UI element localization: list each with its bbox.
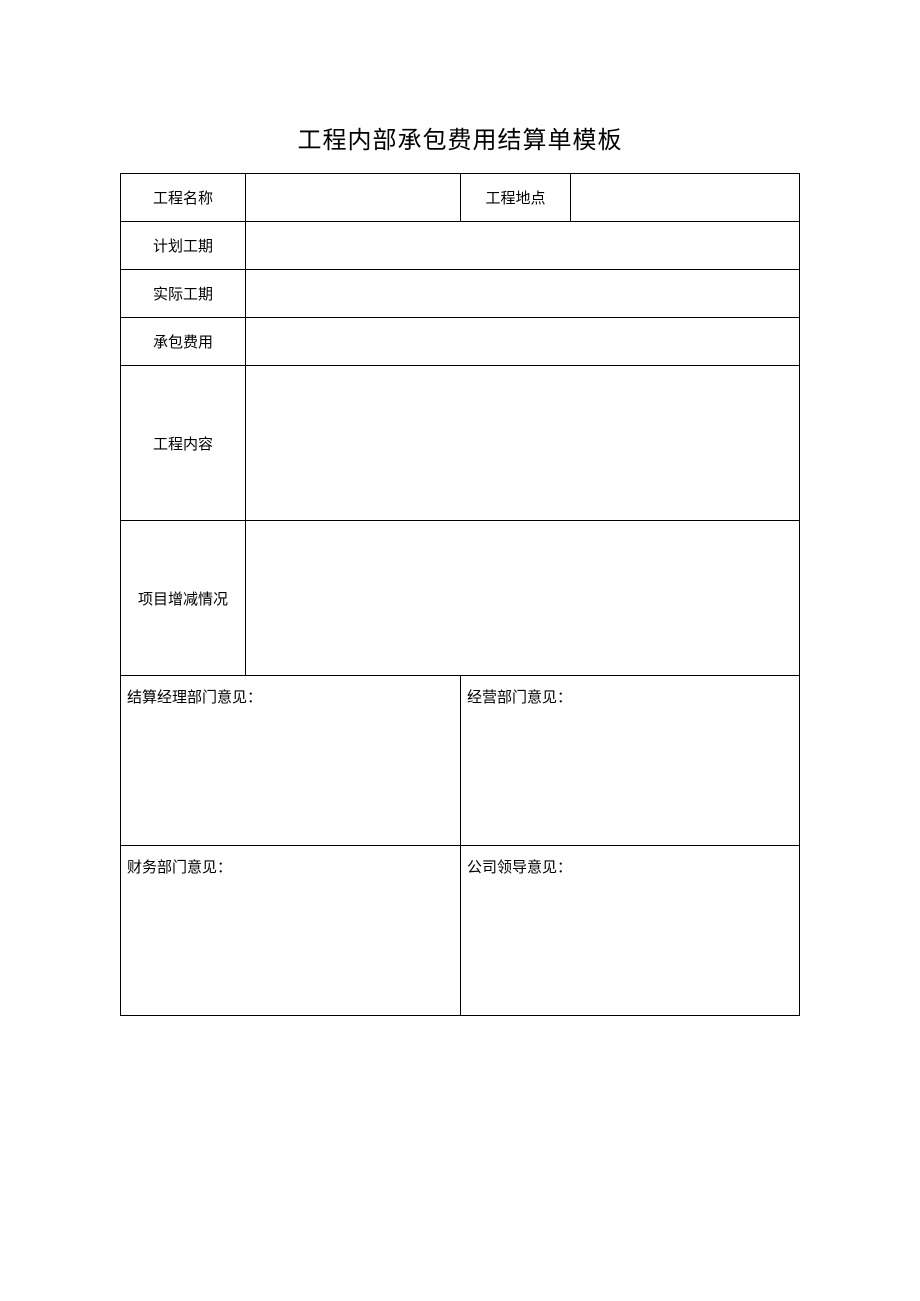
- table-row: 实际工期: [121, 270, 800, 318]
- project-content-label: 工程内容: [121, 366, 246, 521]
- project-location-value[interactable]: [571, 174, 800, 222]
- settlement-form-table: 工程名称 工程地点 计划工期 实际工期 承包费用 工程内容 项目增减情况 结算经…: [120, 173, 800, 1016]
- table-row: 工程内容: [121, 366, 800, 521]
- actual-duration-value[interactable]: [246, 270, 800, 318]
- table-row: 承包费用: [121, 318, 800, 366]
- project-change-value[interactable]: [246, 521, 800, 676]
- company-leader-opinion[interactable]: 公司领导意见：: [461, 846, 800, 1016]
- project-change-label: 项目增减情况: [121, 521, 246, 676]
- table-row: 工程名称 工程地点: [121, 174, 800, 222]
- page-title: 工程内部承包费用结算单模板: [120, 120, 800, 155]
- table-row: 财务部门意见： 公司领导意见：: [121, 846, 800, 1016]
- settlement-manager-opinion[interactable]: 结算经理部门意见：: [121, 676, 461, 846]
- contract-fee-label: 承包费用: [121, 318, 246, 366]
- table-row: 项目增减情况: [121, 521, 800, 676]
- planned-duration-value[interactable]: [246, 222, 800, 270]
- planned-duration-label: 计划工期: [121, 222, 246, 270]
- operations-opinion[interactable]: 经营部门意见：: [461, 676, 800, 846]
- project-content-value[interactable]: [246, 366, 800, 521]
- project-name-value[interactable]: [246, 174, 461, 222]
- table-row: 计划工期: [121, 222, 800, 270]
- project-location-label: 工程地点: [461, 174, 571, 222]
- finance-opinion[interactable]: 财务部门意见：: [121, 846, 461, 1016]
- contract-fee-value[interactable]: [246, 318, 800, 366]
- table-row: 结算经理部门意见： 经营部门意见：: [121, 676, 800, 846]
- actual-duration-label: 实际工期: [121, 270, 246, 318]
- project-name-label: 工程名称: [121, 174, 246, 222]
